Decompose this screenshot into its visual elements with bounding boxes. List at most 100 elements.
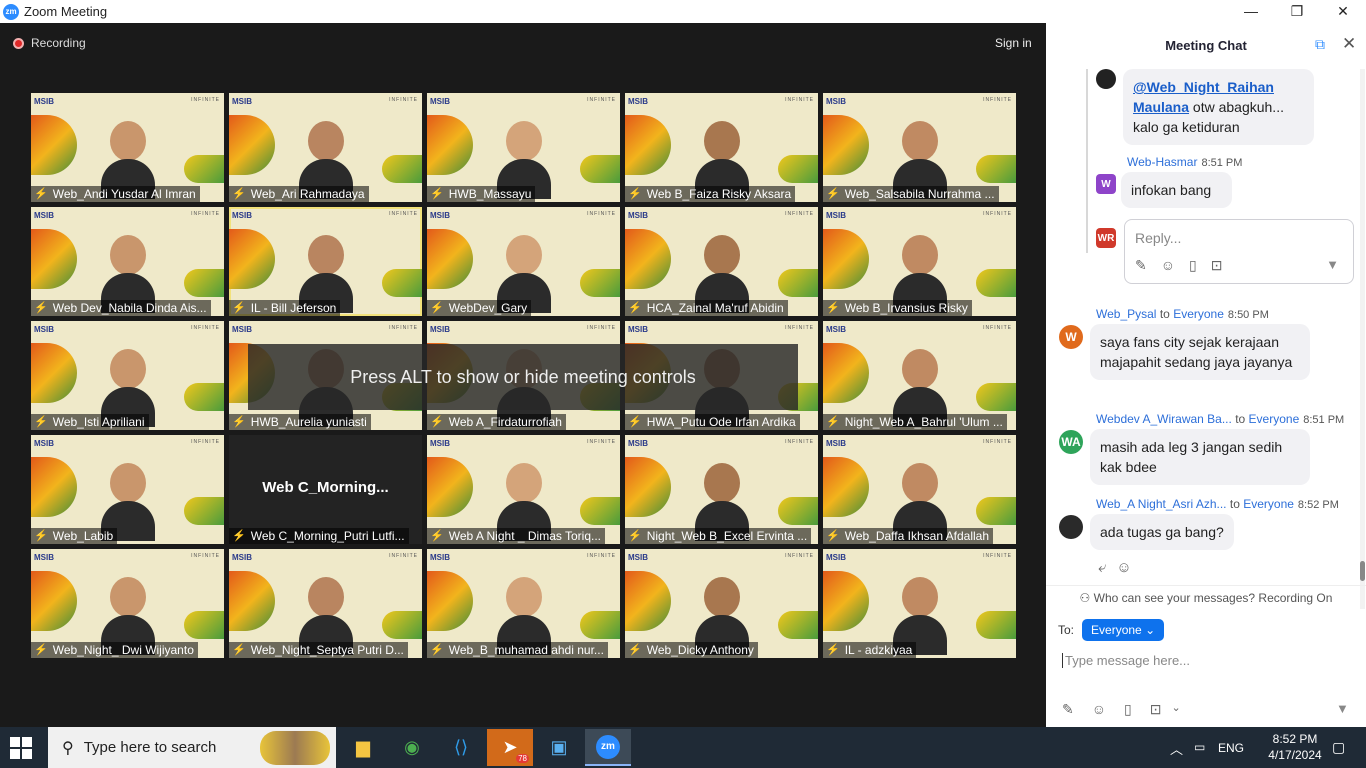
- recording-indicator[interactable]: Recording: [13, 36, 86, 50]
- maximize-button[interactable]: ❐: [1274, 0, 1320, 23]
- screenshot-icon[interactable]: ⊡: [1211, 257, 1223, 274]
- search-highlight-image[interactable]: [260, 731, 330, 765]
- participant-tile[interactable]: MSIB INFINITE ⚡ Web_Ari Rahmadaya: [229, 93, 422, 202]
- background-decoration: [625, 115, 671, 175]
- file-explorer-icon[interactable]: ▆: [340, 729, 386, 766]
- sender-name[interactable]: Web-Hasmar: [1127, 155, 1197, 169]
- emoji-icon[interactable]: ☺: [1092, 701, 1106, 718]
- banner-logo: MSIB: [628, 439, 648, 448]
- search-icon: ⚲: [62, 739, 74, 757]
- participant-tile[interactable]: MSIB INFINITE ⚡ Web_Daffa Ikhsan Afdallah: [823, 435, 1016, 544]
- muted-mic-icon: ⚡: [430, 530, 444, 542]
- avatar: WA: [1059, 430, 1083, 454]
- background-decoration: [823, 229, 869, 289]
- vscode-icon[interactable]: ⟨⟩: [438, 729, 484, 766]
- reply-thread-icon[interactable]: ⤶: [1098, 559, 1106, 576]
- participant-tile[interactable]: MSIB INFINITE ⚡ Web_Night_Septya Putri D...: [229, 549, 422, 658]
- send-icon[interactable]: ▼: [1336, 701, 1349, 716]
- participant-tile[interactable]: MSIB INFINITE ⚡ Night_Web A_Bahrul 'Ulum ..…: [823, 321, 1016, 430]
- zoom-app-icon: zm: [3, 3, 19, 20]
- close-window-button[interactable]: ✕: [1320, 0, 1366, 23]
- banner-logo: MSIB: [826, 97, 846, 106]
- scrollbar-thumb[interactable]: [1360, 561, 1365, 581]
- chrome-icon[interactable]: ◉: [389, 729, 435, 766]
- participant-tile[interactable]: MSIB INFINITE ⚡ Web A Night _ Dimas Toriq..…: [427, 435, 620, 544]
- message-meta: Webdev A_Wirawan Ba... to Everyone 8:51 P…: [1096, 412, 1344, 426]
- photos-icon[interactable]: ▣: [536, 729, 582, 766]
- participant-tile[interactable]: MSIB INFINITE ⚡ Night_Web B_Excel Ervinta .…: [625, 435, 818, 544]
- banner-logo: MSIB: [232, 325, 252, 334]
- chat-message-bubble: ada tugas ga bang?: [1090, 514, 1234, 550]
- participant-tile[interactable]: MSIB INFINITE ⚡ IL - Bill Jeferson: [229, 207, 422, 316]
- sender-name[interactable]: Web_Pysal: [1096, 307, 1156, 321]
- format-icon[interactable]: ✎: [1135, 257, 1147, 274]
- send-icon[interactable]: ▼: [1326, 257, 1339, 272]
- participant-tile[interactable]: MSIB INFINITE ⚡ Web_Night_ Dwi Wijiyanto: [31, 549, 224, 658]
- participant-tile[interactable]: MSIB INFINITE ⚡ Web_B_muhamad ahdi nur...: [427, 549, 620, 658]
- reply-box[interactable]: Reply... ✎ ☺ ▯ ⊡ ▼: [1124, 219, 1354, 284]
- file-icon[interactable]: ▯: [1124, 701, 1132, 718]
- background-decoration: [382, 611, 422, 639]
- search-placeholder: Type here to search: [83, 739, 217, 756]
- participant-tile[interactable]: MSIB INFINITE ⚡ Web B_Irvansius Risky: [823, 207, 1016, 316]
- meeting-video-area: Recording Sign in MSIB INFINITE ⚡ Web_Andi …: [0, 23, 1046, 727]
- sender-name[interactable]: Webdev A_Wirawan Ba...: [1096, 412, 1232, 426]
- background-decoration: [184, 155, 224, 183]
- participant-tile[interactable]: MSIB INFINITE ⚡ Web_Salsabila Nurrahma ...: [823, 93, 1016, 202]
- participant-tile[interactable]: Web C_Morning... ⚡ Web C_Morning_Putri Lut…: [229, 435, 422, 544]
- recipient-name: Everyone: [1173, 307, 1224, 321]
- sign-in-button[interactable]: Sign in: [989, 34, 1038, 52]
- minimize-button[interactable]: —: [1228, 0, 1274, 23]
- banner-logo: MSIB: [34, 439, 54, 448]
- format-icon[interactable]: ✎: [1062, 701, 1074, 718]
- participant-name: HWB_Aurelia yuniasti: [250, 415, 367, 429]
- chevron-up-icon[interactable]: ︿: [1170, 739, 1183, 758]
- zoom-taskbar-icon[interactable]: zm: [585, 729, 631, 766]
- participant-name: Web B_Faiza Risky Aksara: [646, 187, 792, 201]
- background-decoration: [580, 497, 620, 525]
- windows-start-icon[interactable]: [10, 737, 32, 759]
- banner-logo: INFINITE: [587, 211, 616, 217]
- participant-tile[interactable]: MSIB INFINITE ⚡ Web B_Faiza Risky Aksara: [625, 93, 818, 202]
- participant-name-bar: ⚡ HCA_Zainal Ma'ruf Abidin: [625, 300, 788, 316]
- language-indicator[interactable]: ENG: [1218, 741, 1244, 755]
- participant-tile[interactable]: MSIB INFINITE ⚡ WebDev_Gary: [427, 207, 620, 316]
- screenshot-icon[interactable]: ⊡: [1150, 701, 1162, 718]
- message-input[interactable]: Type message here...: [1062, 653, 1190, 668]
- notification-icon[interactable]: ▢: [1332, 739, 1345, 756]
- background-decoration: [382, 269, 422, 297]
- banner-logo: INFINITE: [191, 553, 220, 559]
- emoji-icon[interactable]: ☺: [1161, 257, 1175, 274]
- muted-mic-icon: ⚡: [826, 530, 840, 542]
- taskbar-search[interactable]: ⚲ Type here to search: [48, 727, 336, 768]
- participant-tile[interactable]: MSIB INFINITE ⚡ Web_Andi Yusdar Al Imran: [31, 93, 224, 202]
- chat-message-bubble: saya fans city sejak kerajaan majapahit …: [1090, 324, 1310, 380]
- chevron-down-icon[interactable]: ⌄: [1171, 701, 1180, 718]
- background-decoration: [31, 343, 77, 403]
- message-meta: Web_Pysal to Everyone 8:50 PM: [1096, 307, 1269, 321]
- clock[interactable]: 8:52 PM 4/17/2024: [1260, 731, 1330, 763]
- participant-name: Night_Web B_Excel Ervinta ...: [646, 529, 808, 543]
- participant-tile[interactable]: MSIB INFINITE ⚡ Web_Labib: [31, 435, 224, 544]
- file-icon[interactable]: ▯: [1189, 257, 1197, 274]
- participant-tile[interactable]: MSIB INFINITE ⚡ HCA_Zainal Ma'ruf Abidin: [625, 207, 818, 316]
- participant-name-bar: ⚡ Web_Daffa Ikhsan Afdallah: [823, 528, 994, 544]
- participant-tile[interactable]: MSIB INFINITE ⚡ Web Dev_Nabila Dinda Ais...: [31, 207, 224, 316]
- participant-name: Web_Labib: [52, 529, 114, 543]
- participant-tile[interactable]: MSIB INFINITE ⚡ Web_Dicky Anthony: [625, 549, 818, 658]
- privacy-notice[interactable]: ⚇ Who can see your messages? Recording O…: [1046, 585, 1366, 609]
- close-chat-icon[interactable]: ✕: [1342, 34, 1356, 54]
- participant-name-bar: ⚡ Web_Dicky Anthony: [625, 642, 758, 658]
- participant-tile[interactable]: MSIB INFINITE ⚡ Web_Isti Apriliani: [31, 321, 224, 430]
- background-decoration: [31, 571, 77, 631]
- popout-icon[interactable]: ⧉: [1315, 36, 1325, 53]
- recipient-dropdown[interactable]: Everyone ⌄: [1082, 619, 1165, 641]
- telegram-icon[interactable]: ➤ 78: [487, 729, 533, 766]
- battery-icon[interactable]: ▭: [1194, 740, 1205, 754]
- participant-tile[interactable]: MSIB INFINITE ⚡ IL - adzkiyaa: [823, 549, 1016, 658]
- chat-scrollbar[interactable]: [1360, 69, 1365, 609]
- add-reaction-icon[interactable]: ☺: [1116, 559, 1131, 576]
- muted-mic-icon: ⚡: [826, 188, 840, 200]
- sender-name[interactable]: Web_A Night_Asri Azh...: [1096, 497, 1227, 511]
- participant-tile[interactable]: MSIB INFINITE ⚡ HWB_Massayu: [427, 93, 620, 202]
